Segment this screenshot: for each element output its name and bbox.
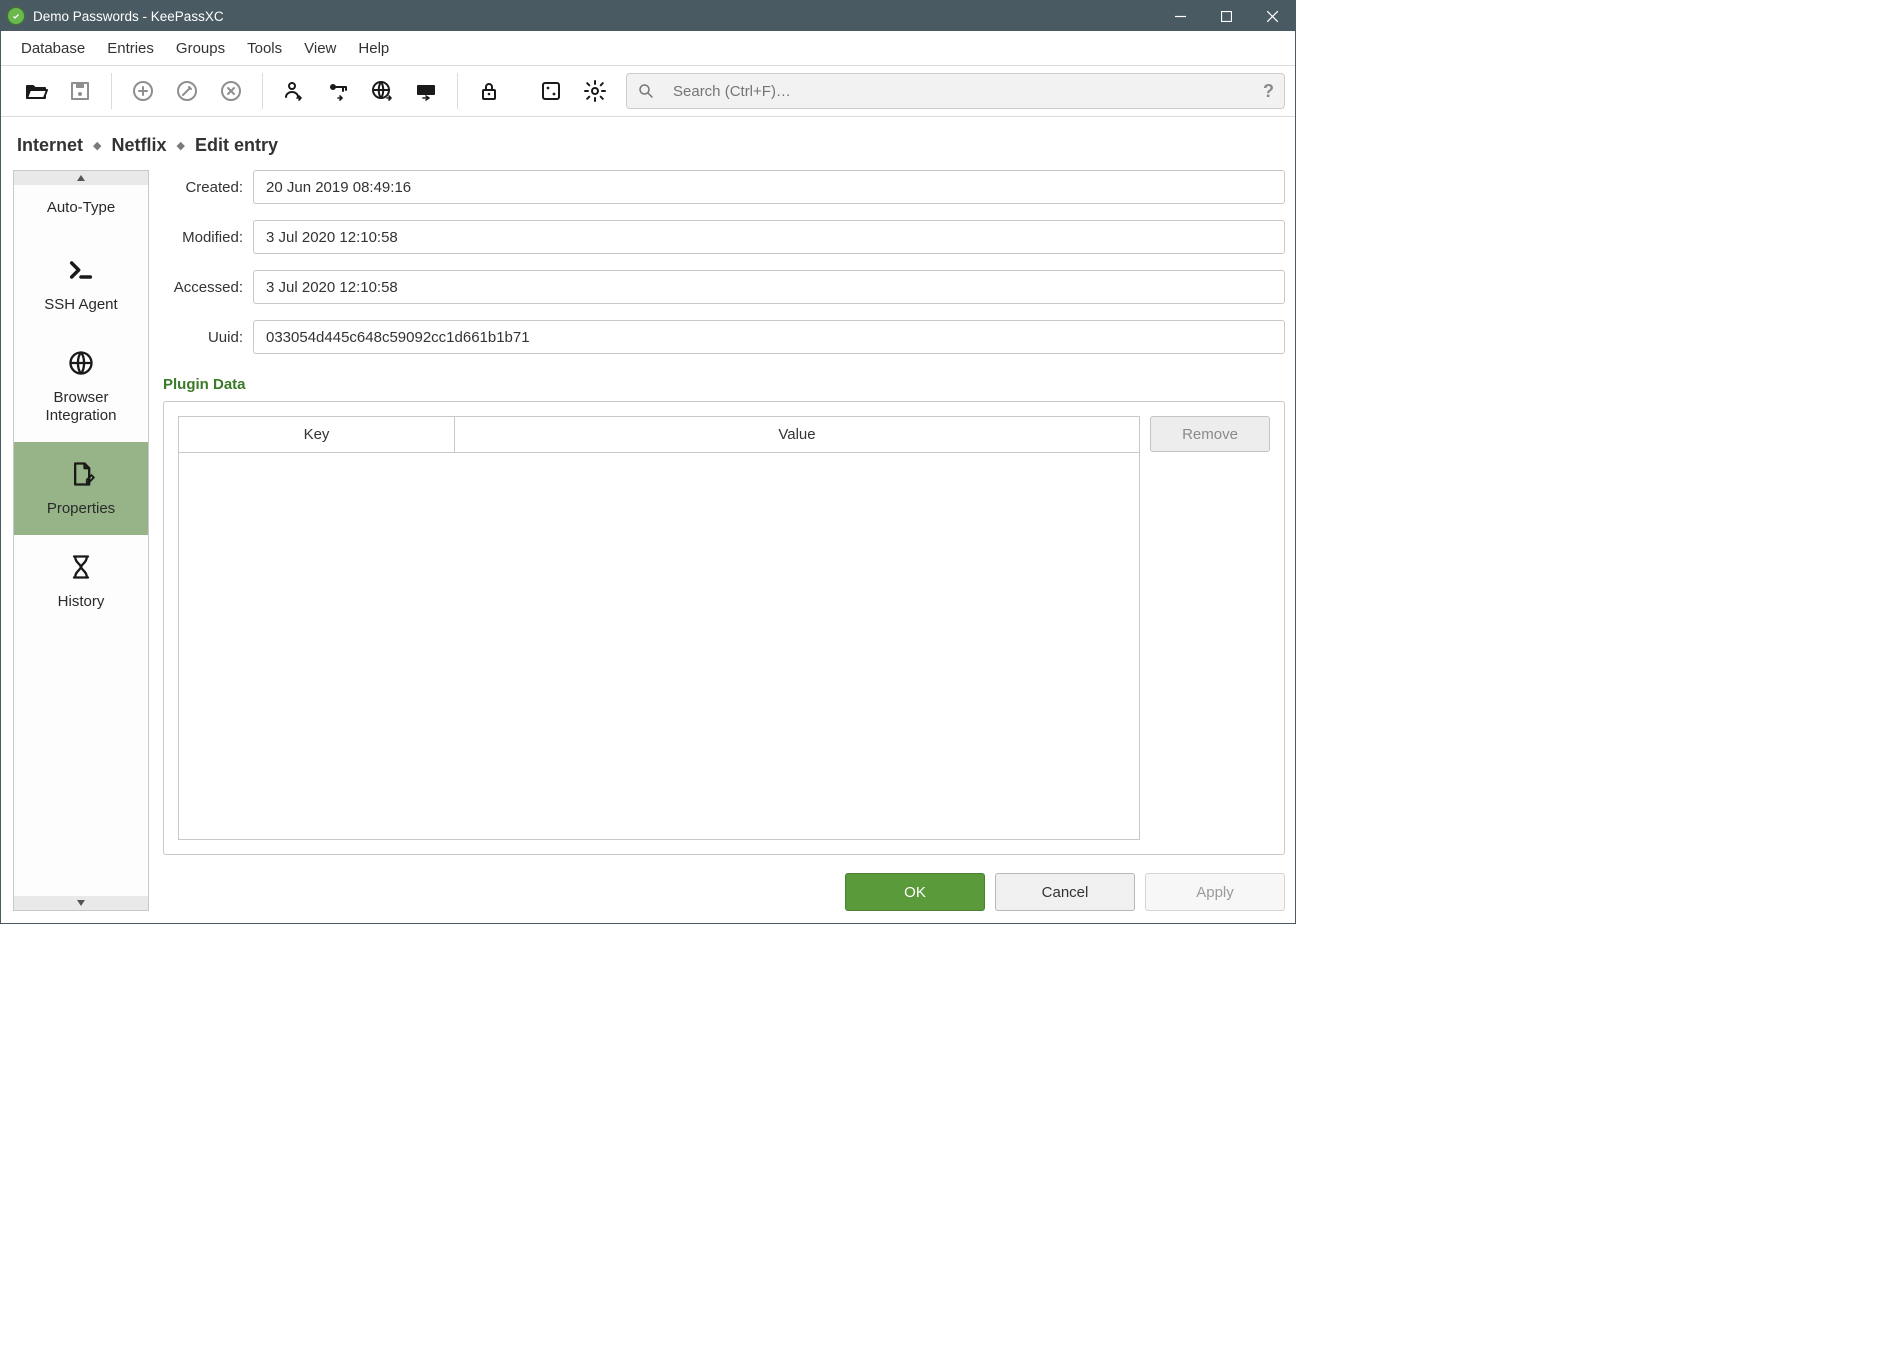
apply-button[interactable]: Apply [1145, 873, 1285, 911]
toolbar: ? [1, 65, 1295, 117]
accessed-label: Accessed: [163, 279, 243, 296]
sidebar-item-properties[interactable]: Properties [14, 442, 148, 535]
lock-database-button[interactable] [468, 70, 510, 112]
plugin-data-title: Plugin Data [163, 376, 1285, 393]
window-title: Demo Passwords - KeePassXC [33, 9, 1157, 24]
delete-entry-button[interactable] [210, 70, 252, 112]
search-icon [637, 82, 655, 100]
modified-field: 3 Jul 2020 12:10:58 [253, 220, 1285, 254]
window-titlebar: Demo Passwords - KeePassXC [1, 1, 1295, 31]
search-box[interactable]: ? [626, 73, 1285, 109]
menu-view[interactable]: View [294, 36, 346, 61]
app-logo-icon [7, 7, 25, 25]
copy-url-button[interactable] [361, 70, 403, 112]
sidebar-item-history[interactable]: History [14, 535, 148, 628]
table-body [179, 453, 1139, 839]
uuid-label: Uuid: [163, 329, 243, 346]
sidebar-item-ssh-agent[interactable]: SSH Agent [14, 238, 148, 331]
terminal-icon [67, 256, 95, 284]
breadcrumb-item: Edit entry [195, 135, 278, 156]
search-input[interactable] [673, 83, 1255, 100]
ok-button[interactable]: OK [845, 873, 985, 911]
remove-button[interactable]: Remove [1150, 416, 1270, 452]
sidebar-item-label: Browser Integration [18, 389, 144, 427]
modified-label: Modified: [163, 229, 243, 246]
hourglass-icon [67, 553, 95, 581]
settings-button[interactable] [574, 70, 616, 112]
sidebar-scroll-down-button[interactable] [14, 896, 148, 910]
menu-database[interactable]: Database [11, 36, 95, 61]
password-generator-button[interactable] [530, 70, 572, 112]
breadcrumb-separator-icon: ◆ [177, 139, 185, 152]
table-header-key[interactable]: Key [179, 417, 455, 452]
breadcrumb-item: Netflix [111, 135, 166, 156]
copy-username-button[interactable] [273, 70, 315, 112]
sidebar-item-browser-integration[interactable]: Browser Integration [14, 331, 148, 443]
accessed-field: 3 Jul 2020 12:10:58 [253, 270, 1285, 304]
dialog-footer: OK Cancel Apply [163, 873, 1285, 911]
menu-groups[interactable]: Groups [166, 36, 235, 61]
auto-type-button[interactable] [405, 70, 447, 112]
new-entry-button[interactable] [122, 70, 164, 112]
table-header-value[interactable]: Value [455, 417, 1139, 452]
cancel-button[interactable]: Cancel [995, 873, 1135, 911]
created-field: 20 Jun 2019 08:49:16 [253, 170, 1285, 204]
sidebar-item-label: SSH Agent [44, 296, 117, 315]
properties-panel: Created: 20 Jun 2019 08:49:16 Modified: … [163, 170, 1285, 911]
menu-tools[interactable]: Tools [237, 36, 292, 61]
menu-entries[interactable]: Entries [97, 36, 164, 61]
window-minimize-button[interactable] [1157, 1, 1203, 31]
open-database-button[interactable] [15, 70, 57, 112]
menubar: Database Entries Groups Tools View Help [1, 31, 1295, 65]
sidebar-item-label: History [58, 593, 105, 612]
plugin-data-box: Key Value Remove [163, 401, 1285, 855]
plugin-data-table[interactable]: Key Value [178, 416, 1140, 840]
table-header-row: Key Value [179, 417, 1139, 453]
entry-section-sidebar: Auto-Type SSH Agent Browser Integration … [13, 170, 149, 911]
sidebar-item-label: Auto-Type [47, 199, 115, 218]
sidebar-scroll-up-button[interactable] [14, 171, 148, 185]
menu-help[interactable]: Help [348, 36, 399, 61]
breadcrumb-separator-icon: ◆ [93, 139, 101, 152]
window-close-button[interactable] [1249, 1, 1295, 31]
created-label: Created: [163, 179, 243, 196]
help-icon[interactable]: ? [1263, 81, 1274, 102]
breadcrumb: Internet ◆ Netflix ◆ Edit entry [17, 135, 1283, 156]
copy-password-button[interactable] [317, 70, 359, 112]
sidebar-item-auto-type[interactable]: Auto-Type [14, 185, 148, 238]
window-maximize-button[interactable] [1203, 1, 1249, 31]
sidebar-item-label: Properties [47, 500, 115, 519]
globe-icon [67, 349, 95, 377]
uuid-field: 033054d445c648c59092cc1d661b1b71 [253, 320, 1285, 354]
document-edit-icon [67, 460, 95, 488]
edit-entry-button[interactable] [166, 70, 208, 112]
breadcrumb-item: Internet [17, 135, 83, 156]
save-database-button[interactable] [59, 70, 101, 112]
